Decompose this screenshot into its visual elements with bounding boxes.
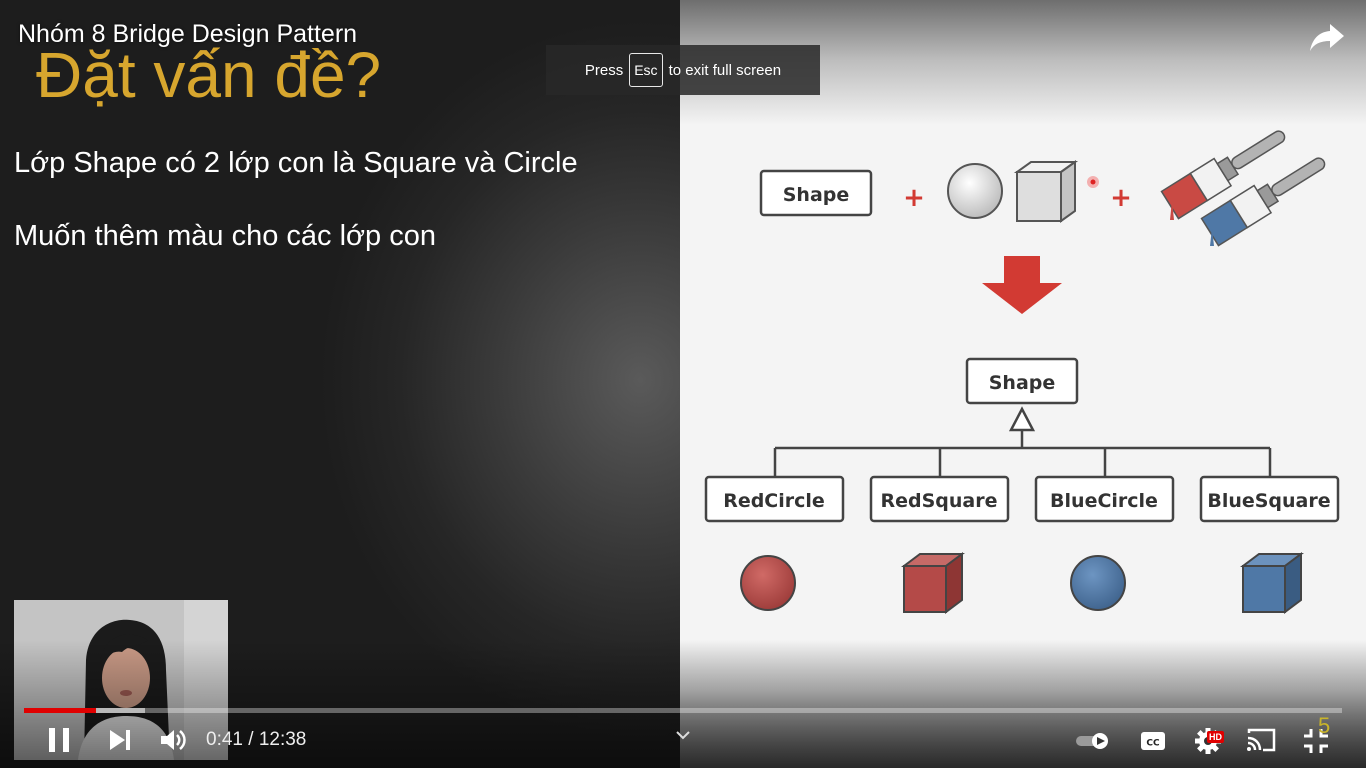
white-cube xyxy=(1013,160,1079,223)
share-icon xyxy=(1310,24,1344,51)
down-arrow xyxy=(982,256,1062,314)
toast-key: Esc xyxy=(629,53,663,87)
child-box-redsquare: RedSquare xyxy=(869,475,1010,523)
plus-sign-2: + xyxy=(1110,183,1132,213)
toast-prefix: Press xyxy=(584,61,624,79)
child-box-bluesquare: BlueSquare xyxy=(1199,475,1340,523)
svg-text:BlueCircle: BlueCircle xyxy=(1050,490,1158,512)
white-sphere xyxy=(947,163,1003,219)
toast-suffix: to exit full screen xyxy=(668,61,782,79)
cast-button[interactable] xyxy=(1245,727,1277,758)
blue-sphere xyxy=(1070,555,1126,611)
blue-cube xyxy=(1240,552,1304,614)
current-time: 0:41 xyxy=(206,729,243,750)
progress-played xyxy=(24,708,97,713)
child-box-bluecircle: BlueCircle xyxy=(1034,475,1175,523)
time-display: 0:41 / 12:38 xyxy=(206,729,307,750)
chevron-down-button[interactable] xyxy=(674,728,692,747)
top-shape-box: Shape xyxy=(759,169,873,217)
next-button[interactable] xyxy=(106,728,134,757)
svg-text:Shape: Shape xyxy=(783,184,850,206)
slide-diagram-panel: Shape + + Shape RedCircle RedSquare Blue… xyxy=(680,0,1366,768)
fullscreen-toast: Press Esc to exit full screen xyxy=(546,45,820,95)
captions-icon: CC xyxy=(1141,732,1165,750)
slide-line-1: Lớp Shape có 2 lớp con là Square và Circ… xyxy=(14,147,578,179)
red-sphere xyxy=(740,555,796,611)
bridge-diagram: Shape + + Shape RedCircle RedSquare Blue… xyxy=(704,130,1340,614)
svg-text:Shape: Shape xyxy=(989,372,1056,394)
duration: 12:38 xyxy=(258,729,307,750)
next-icon xyxy=(110,730,130,750)
parent-shape-box: Shape xyxy=(965,357,1079,405)
svg-text:BlueSquare: BlueSquare xyxy=(1207,490,1330,512)
corner-number: 5 xyxy=(1318,713,1331,738)
share-button[interactable] xyxy=(1306,18,1348,58)
child-box-redcircle: RedCircle xyxy=(704,475,845,523)
inheritance-arrow xyxy=(1008,406,1036,432)
cast-icon xyxy=(1247,728,1276,752)
svg-text:RedSquare: RedSquare xyxy=(880,490,997,512)
svg-text:RedCircle: RedCircle xyxy=(723,490,825,512)
video-player[interactable]: Đặt vấn đề? Lớp Shape có 2 lớp con là Sq… xyxy=(0,0,1366,768)
volume-button[interactable] xyxy=(158,727,188,758)
svg-text:CC: CC xyxy=(1146,739,1160,749)
slide-line-2: Muốn thêm màu cho các lớp con xyxy=(14,220,437,252)
progress-bar[interactable] xyxy=(24,708,1342,713)
pause-button[interactable] xyxy=(44,726,74,759)
chevron-down-icon xyxy=(676,731,690,740)
video-title[interactable]: Nhóm 8 Bridge Design Pattern xyxy=(18,20,357,49)
captions-button[interactable]: CC xyxy=(1139,729,1167,758)
pause-icon xyxy=(49,728,69,752)
autoplay-toggle-icon xyxy=(1076,733,1108,749)
paint-brushes-icon xyxy=(1160,130,1326,247)
hd-badge: HD xyxy=(1207,731,1224,743)
volume-icon xyxy=(161,730,186,750)
red-cube xyxy=(901,552,965,614)
plus-sign-1: + xyxy=(903,183,925,213)
slide-heading: Đặt vấn đề? xyxy=(36,39,382,111)
hierarchy-lines xyxy=(773,430,1272,477)
autoplay-toggle[interactable] xyxy=(1074,731,1112,756)
